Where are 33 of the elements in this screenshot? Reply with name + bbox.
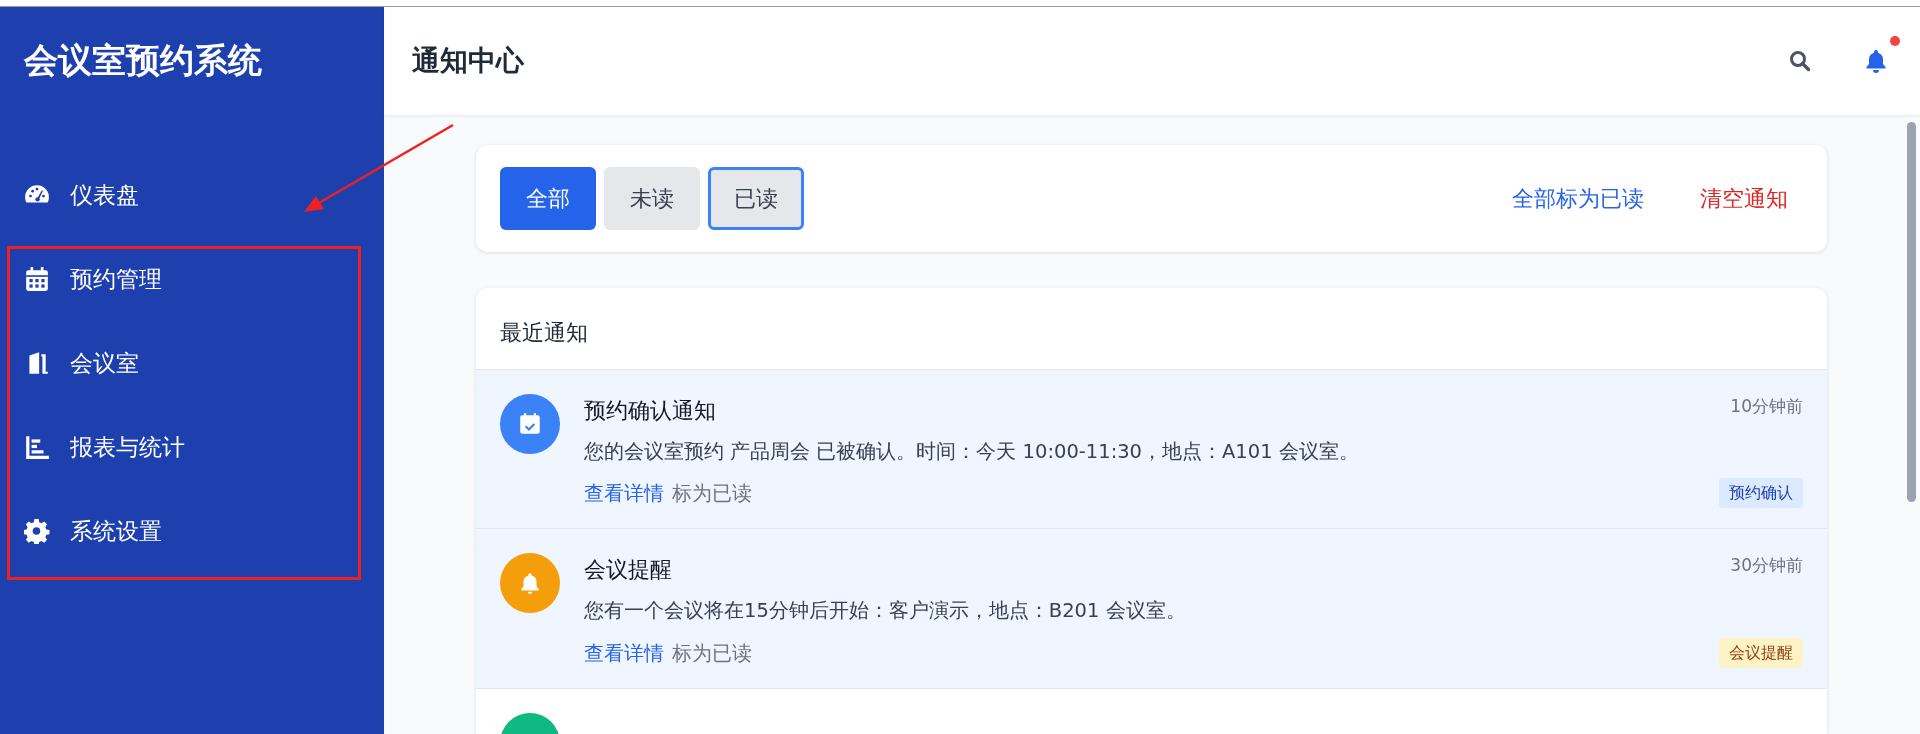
notification-title: 预约确认通知 <box>584 397 716 425</box>
search-icon <box>1788 49 1812 74</box>
notification-link[interactable]: 查看详情 <box>584 637 664 668</box>
sidebar-item[interactable]: 报表与统计 <box>0 405 384 489</box>
sidebar-item[interactable]: 仪表盘 <box>0 153 384 237</box>
notification-link[interactable]: 标为已读 <box>672 637 752 668</box>
notification-time: 30分钟前 <box>1730 554 1803 578</box>
notification-link[interactable]: 标为已读 <box>672 478 752 509</box>
card-title: 最近通知 <box>499 319 589 347</box>
bar-chart-icon <box>24 434 50 460</box>
sidebar-item[interactable]: 预约管理 <box>0 237 384 321</box>
page-title: 通知中心 <box>412 44 524 78</box>
notification-text: 您有一个会议将在15分钟后开始：客户演示，地点：B201 会议室。 <box>584 598 1187 625</box>
app-title: 会议室预约系统 <box>23 39 263 82</box>
action-link[interactable]: 全部标为已读 <box>1512 182 1644 215</box>
notification-tag: 会议提醒 <box>1719 637 1803 668</box>
gear-icon <box>24 518 50 544</box>
filter-tab[interactable]: 全部 <box>500 167 596 230</box>
filter-tab[interactable]: 已读 <box>708 167 804 230</box>
notification-text: 您的会议室预约 产品周会 已被确认。时间：今天 10:00-11:30，地点：A101 会议室。 <box>584 439 1360 465</box>
sidebar-item[interactable]: 会议室 <box>0 321 384 405</box>
notification-item[interactable]: 预约确认通知 10分钟前 您的会议室预约 产品周会 已被确认。时间：今天 10:00-11:30，地点：A101 会议室。 查看详情 标为已读 预约确认 <box>476 369 1827 529</box>
action-link[interactable]: 清空通知 <box>1700 182 1788 215</box>
filter-tab[interactable]: 未读 <box>604 167 700 230</box>
calendar-icon <box>24 266 50 292</box>
bell-icon <box>1864 48 1888 74</box>
notification-tag: 预约确认 <box>1719 478 1803 509</box>
notification-time: 10分钟前 <box>1730 395 1803 418</box>
notification-item[interactable]: 会议提醒 30分钟前 您有一个会议将在15分钟后开始：客户演示，地点：B201 会议室。 查看详情 标为已读 会议提醒 <box>476 528 1827 688</box>
sidebar-item[interactable]: 系统设置 <box>0 489 384 573</box>
calendar-icon <box>517 411 543 437</box>
notification-link[interactable]: 查看详情 <box>584 478 664 509</box>
notification-title: 会议提醒 <box>584 556 672 585</box>
